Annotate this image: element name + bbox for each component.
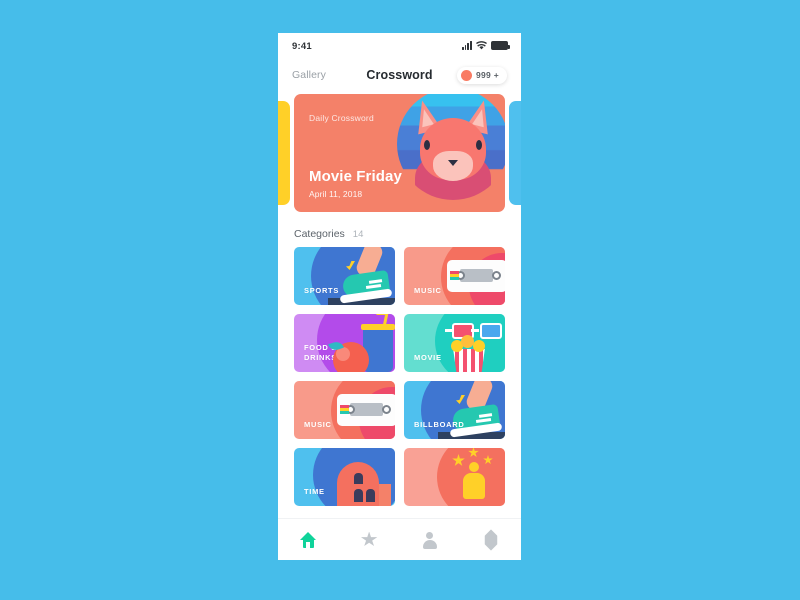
phone-frame: 9:41 Gallery Crossword 999 + Daily Cross… — [278, 33, 521, 560]
category-label: MOVIE — [414, 353, 442, 362]
bottom-tab-bar — [278, 518, 521, 560]
categories-label: Categories — [294, 228, 345, 240]
category-card-award[interactable] — [404, 448, 505, 506]
popcorn-icon — [449, 335, 489, 352]
carousel-peek-right[interactable] — [509, 101, 521, 205]
hero-title: Movie Friday — [309, 168, 402, 185]
category-card-food-drinks[interactable]: FOOD & DRINKS — [294, 314, 395, 372]
signal-bars-icon — [461, 41, 472, 50]
tab-offers[interactable] — [460, 519, 521, 560]
hero-eyebrow-wrap: Daily Crossword — [309, 108, 415, 126]
categories-grid: SPORTS MUSIC FOOD & DRINKS MOVIE MUSIC B… — [278, 247, 521, 506]
category-card-music[interactable]: MUSIC — [404, 247, 505, 305]
person-icon — [422, 531, 437, 549]
hero-carousel[interactable]: Daily Crossword Movie Friday April 11, 2… — [278, 92, 521, 216]
badge-dot-icon — [460, 69, 472, 81]
status-bar-icons — [461, 41, 510, 50]
categories-header: Categories 14 — [278, 216, 521, 247]
hero-eyebrow: Daily Crossword — [309, 113, 374, 123]
category-label: TIME — [304, 487, 325, 496]
cassette-icon — [447, 260, 505, 292]
score-badge[interactable]: 999 + — [456, 66, 507, 84]
category-label: MUSIC — [414, 286, 442, 295]
tab-profile[interactable] — [400, 519, 461, 560]
cassette-icon — [337, 394, 395, 426]
category-card-billboard[interactable]: BILLBOARD — [404, 381, 505, 439]
category-label: SPORTS — [304, 286, 340, 295]
category-card-time[interactable]: TIME — [294, 448, 395, 506]
carousel-peek-left[interactable] — [278, 101, 290, 205]
battery-icon — [491, 41, 510, 50]
categories-count: 14 — [352, 229, 364, 240]
home-icon — [299, 531, 317, 548]
star-icon — [360, 531, 378, 547]
status-bar: 9:41 — [278, 33, 521, 59]
tab-home[interactable] — [278, 519, 339, 560]
category-card-sports[interactable]: SPORTS — [294, 247, 395, 305]
hero-date: April 11, 2018 — [309, 189, 363, 199]
trophy-icon — [469, 462, 479, 472]
category-label: MUSIC — [304, 420, 332, 429]
back-link-gallery[interactable]: Gallery — [292, 69, 326, 81]
category-label: BILLBOARD — [414, 420, 465, 429]
nav-bar: Gallery Crossword 999 + — [278, 59, 521, 91]
category-card-music-2[interactable]: MUSIC — [294, 381, 395, 439]
category-card-movie[interactable]: MOVIE — [404, 314, 505, 372]
badge-count: 999 + — [475, 70, 499, 80]
wifi-icon — [476, 41, 487, 50]
hero-card-movie-friday[interactable]: Daily Crossword Movie Friday April 11, 2… — [294, 94, 505, 212]
tag-icon — [480, 529, 501, 550]
tab-favorites[interactable] — [339, 519, 400, 560]
status-time: 9:41 — [292, 40, 312, 52]
